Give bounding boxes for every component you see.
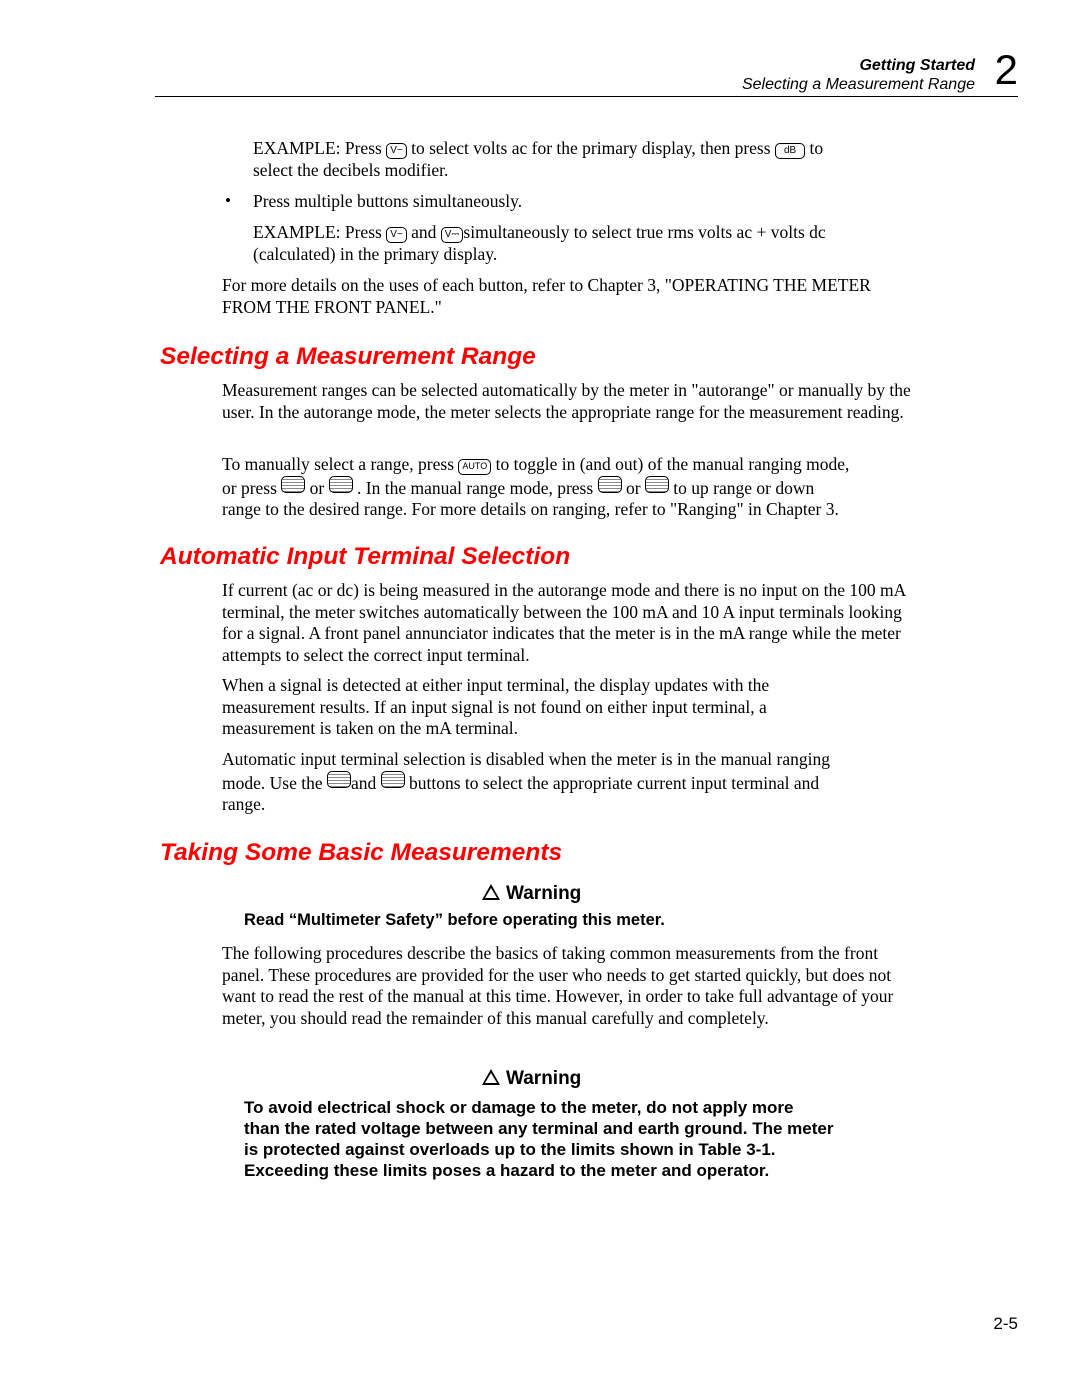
key-volts-ac-icon: V~ [386,143,407,159]
range-down-icon [644,475,669,493]
key-volts-dc-icon: V⎓ [440,227,464,243]
range-up-icon [326,770,351,788]
bullet-icon: • [225,191,231,210]
range-down-icon [328,475,353,493]
range-para-1: Measurement ranges can be selected autom… [222,380,911,422]
warning-heading-2: Warning [482,1068,581,1090]
range-down-icon [380,770,405,788]
header-rule [155,96,1018,97]
key-auto-icon: AUTO [458,459,492,475]
heading-basic-measurements: Taking Some Basic Measurements [160,839,563,866]
section-title: Selecting a Measurement Range [741,76,975,93]
example-1: EXAMPLE: Press V~ to select volts ac for… [253,138,824,180]
basic-para-1: The following procedures describe the ba… [222,943,894,1028]
range-para-2: To manually select a range, press AUTO t… [222,454,850,519]
warning-text-1: Read “Multimeter Safety” before operatin… [244,911,665,929]
key-db-icon: dB [774,143,806,159]
warning-text-2: To avoid electrical shock or damage to t… [244,1098,834,1180]
heading-selecting-range: Selecting a Measurement Range [160,343,536,370]
example-2: EXAMPLE: Press V~ and V⎓ simultaneously t… [253,222,826,264]
warning-heading-1: Warning [482,883,581,905]
terminal-para-1: If current (ac or dc) is being measured … [222,580,906,665]
warning-triangle-icon [482,1069,500,1085]
key-volts-ac-icon: V~ [386,227,407,243]
bullet-text: Press multiple buttons simultaneously. [253,191,523,211]
heading-auto-terminal: Automatic Input Terminal Selection [160,543,571,570]
chapter-number: 2 [994,46,1018,93]
range-up-icon [281,475,306,493]
running-header: Getting Started Selecting a Measurement … [742,56,975,94]
more-details: For more details on the uses of each but… [222,275,871,317]
warning-triangle-icon [482,884,500,900]
chapter-title: Getting Started [859,57,975,74]
terminal-para-3: Automatic input terminal selection is di… [222,749,830,814]
terminal-para-2: When a signal is detected at either inpu… [222,675,770,738]
page-number: 2-5 [993,1314,1018,1333]
range-up-icon [597,475,622,493]
